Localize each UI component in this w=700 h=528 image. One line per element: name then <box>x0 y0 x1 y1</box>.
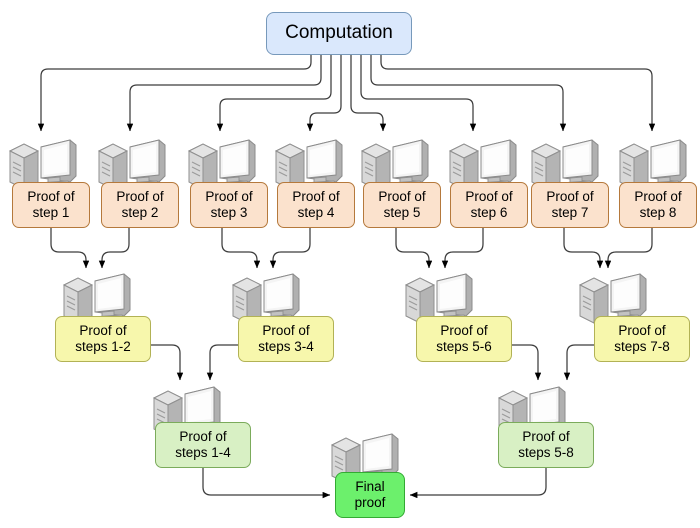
node-step-6[interactable]: Proof of step 6 <box>450 182 528 228</box>
node-step-3[interactable]: Proof of step 3 <box>190 182 268 228</box>
node-label-line1: Proof of <box>79 323 127 339</box>
node-label-line1: Proof of <box>27 189 75 205</box>
node-computation[interactable]: Computation <box>266 12 412 55</box>
node-step-7[interactable]: Proof of step 7 <box>531 182 609 228</box>
node-steps-1-4[interactable]: Proof of steps 1-4 <box>155 422 251 468</box>
node-label-line2: step 2 <box>121 205 159 220</box>
node-layer: Computation Proof of step 1 Proof of ste… <box>0 0 700 528</box>
node-step-2[interactable]: Proof of step 2 <box>101 182 179 228</box>
node-label-line2: step 5 <box>383 205 421 220</box>
node-steps-7-8[interactable]: Proof of steps 7-8 <box>594 316 690 362</box>
node-label-line1: Proof of <box>618 323 666 339</box>
node-label-line1: Final <box>355 479 385 495</box>
node-step-5[interactable]: Proof of step 5 <box>363 182 441 228</box>
node-label-line1: Proof of <box>465 189 513 205</box>
proof-aggregation-diagram: Computation Proof of step 1 Proof of ste… <box>0 0 700 528</box>
node-label-line1: Proof of <box>205 189 253 205</box>
node-label-line2: steps 1-2 <box>75 339 131 354</box>
node-label-line2: step 7 <box>551 205 589 220</box>
node-final-proof[interactable]: Final proof <box>335 472 405 518</box>
node-label-line1: Proof of <box>116 189 164 205</box>
node-label-line1: Proof of <box>262 323 310 339</box>
node-label-line2: proof <box>354 495 386 510</box>
node-computation-label: Computation <box>285 22 393 44</box>
node-steps-5-8[interactable]: Proof of steps 5-8 <box>498 422 594 468</box>
node-label-line1: Proof of <box>522 429 570 445</box>
node-label-line1: Proof of <box>292 189 340 205</box>
node-label-line2: steps 5-8 <box>518 445 574 460</box>
node-label-line1: Proof of <box>179 429 227 445</box>
node-steps-3-4[interactable]: Proof of steps 3-4 <box>238 316 334 362</box>
node-step-4[interactable]: Proof of step 4 <box>277 182 355 228</box>
node-label-line2: steps 7-8 <box>614 339 670 354</box>
node-label-line1: Proof of <box>634 189 682 205</box>
node-label-line2: step 3 <box>210 205 248 220</box>
node-step-8[interactable]: Proof of step 8 <box>619 182 697 228</box>
node-label-line2: step 1 <box>32 205 70 220</box>
node-step-1[interactable]: Proof of step 1 <box>12 182 90 228</box>
node-label-line2: steps 5-6 <box>436 339 492 354</box>
node-steps-1-2[interactable]: Proof of steps 1-2 <box>55 316 151 362</box>
node-label-line2: steps 3-4 <box>258 339 314 354</box>
node-label-line2: step 6 <box>470 205 508 220</box>
node-label-line2: step 8 <box>639 205 677 220</box>
node-label-line2: steps 1-4 <box>175 445 231 460</box>
node-label-line1: Proof of <box>546 189 594 205</box>
node-label-line2: step 4 <box>297 205 335 220</box>
node-steps-5-6[interactable]: Proof of steps 5-6 <box>416 316 512 362</box>
node-label-line1: Proof of <box>378 189 426 205</box>
node-label-line1: Proof of <box>440 323 488 339</box>
